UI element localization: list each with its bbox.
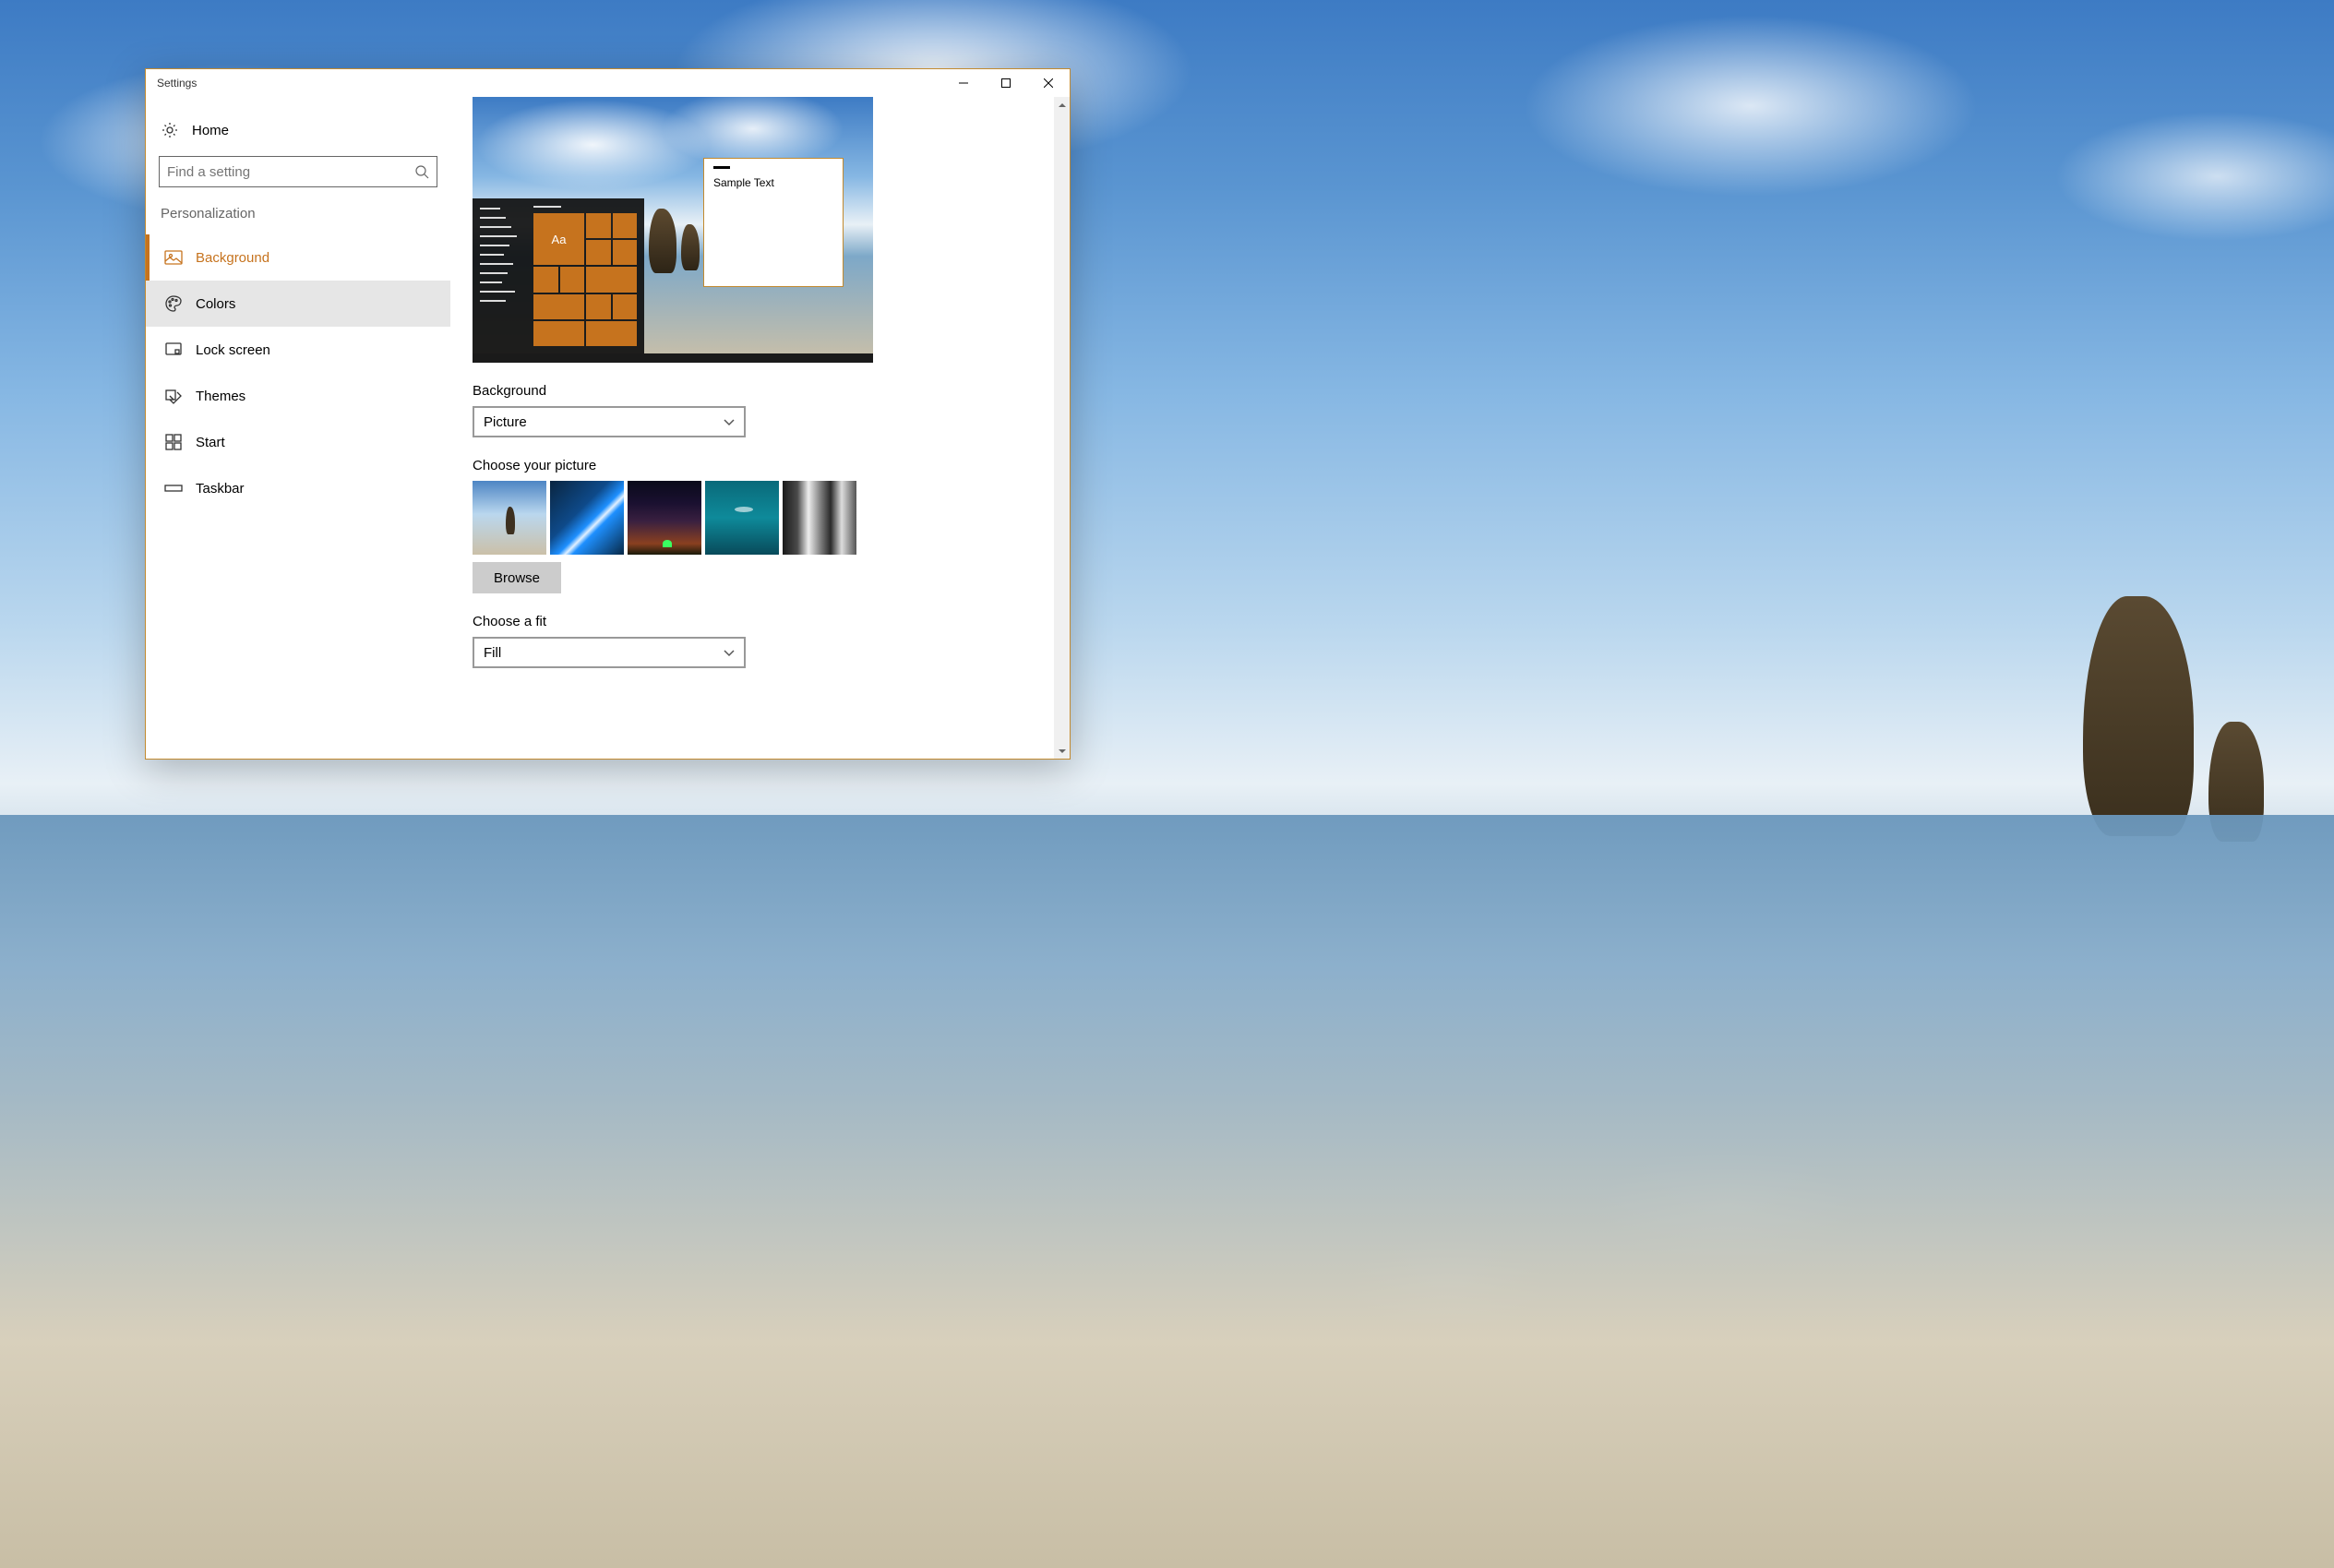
scroll-up-button[interactable] [1054,97,1070,113]
home-link[interactable]: Home [146,114,450,156]
settings-window: Settings Home [145,68,1071,760]
sidebar-item-themes[interactable]: Themes [146,373,450,419]
chevron-down-icon [724,416,735,427]
sidebar-item-label: Lock screen [196,342,270,358]
background-value: Picture [484,414,527,430]
picture-thumb-1[interactable] [473,481,546,555]
picture-thumb-3[interactable] [628,481,701,555]
wallpaper-rock [2083,596,2194,836]
preview-taskbar [473,353,873,363]
picture-icon [164,248,183,267]
taskbar-icon [164,479,183,497]
sidebar-item-label: Background [196,250,269,266]
preview-tile-aa: Aa [533,213,584,265]
palette-icon [164,294,183,313]
minimize-button[interactable] [942,69,985,97]
sidebar-item-background[interactable]: Background [146,234,450,281]
picture-thumb-2[interactable] [550,481,624,555]
sidebar-item-lockscreen[interactable]: Lock screen [146,327,450,373]
chevron-up-icon [1059,102,1066,109]
picture-thumb-4[interactable] [705,481,779,555]
lockscreen-icon [164,341,183,359]
scrollbar[interactable] [1054,97,1070,759]
close-icon [1044,78,1053,88]
sidebar-item-colors[interactable]: Colors [146,281,450,327]
background-label: Background [473,383,1047,399]
sidebar-item-taskbar[interactable]: Taskbar [146,465,450,511]
search-box[interactable] [159,156,437,187]
preview-sample-window: Sample Text [703,158,844,287]
sidebar-item-label: Colors [196,296,235,312]
sidebar-item-label: Taskbar [196,481,245,497]
sidebar-item-label: Start [196,435,225,450]
choose-fit-label: Choose a fit [473,614,1047,629]
background-select[interactable]: Picture [473,406,746,437]
preview-sample-text: Sample Text [713,176,833,189]
picture-thumb-5[interactable] [783,481,856,555]
maximize-button[interactable] [985,69,1027,97]
scroll-down-button[interactable] [1054,743,1070,759]
chevron-down-icon [724,647,735,658]
themes-icon [164,387,183,405]
search-icon [414,164,429,179]
fit-value: Fill [484,645,501,661]
window-title: Settings [146,77,197,90]
sidebar: Home Personalization Background Colors [146,97,450,759]
desktop-wallpaper: Settings Home [0,0,2334,1568]
maximize-icon [1001,78,1011,88]
start-icon [164,433,183,451]
wallpaper-rock [2208,722,2264,842]
sidebar-item-label: Themes [196,389,245,404]
fit-select[interactable]: Fill [473,637,746,668]
browse-button[interactable]: Browse [473,562,561,593]
home-label: Home [192,123,229,138]
picture-thumbnails [473,481,1047,555]
minimize-icon [959,78,968,88]
gear-icon [161,121,179,139]
choose-picture-label: Choose your picture [473,458,1047,473]
wallpaper-reflection [1167,1050,2101,1442]
close-button[interactable] [1027,69,1070,97]
sidebar-group-label: Personalization [146,206,450,234]
content-area: Aa Sample Text [450,97,1070,759]
titlebar[interactable]: Settings [146,69,1070,97]
preview-start-menu: Aa [473,198,644,353]
sidebar-item-start[interactable]: Start [146,419,450,465]
chevron-down-icon [1059,748,1066,755]
search-input[interactable] [167,164,414,180]
theme-preview: Aa Sample Text [473,97,873,363]
